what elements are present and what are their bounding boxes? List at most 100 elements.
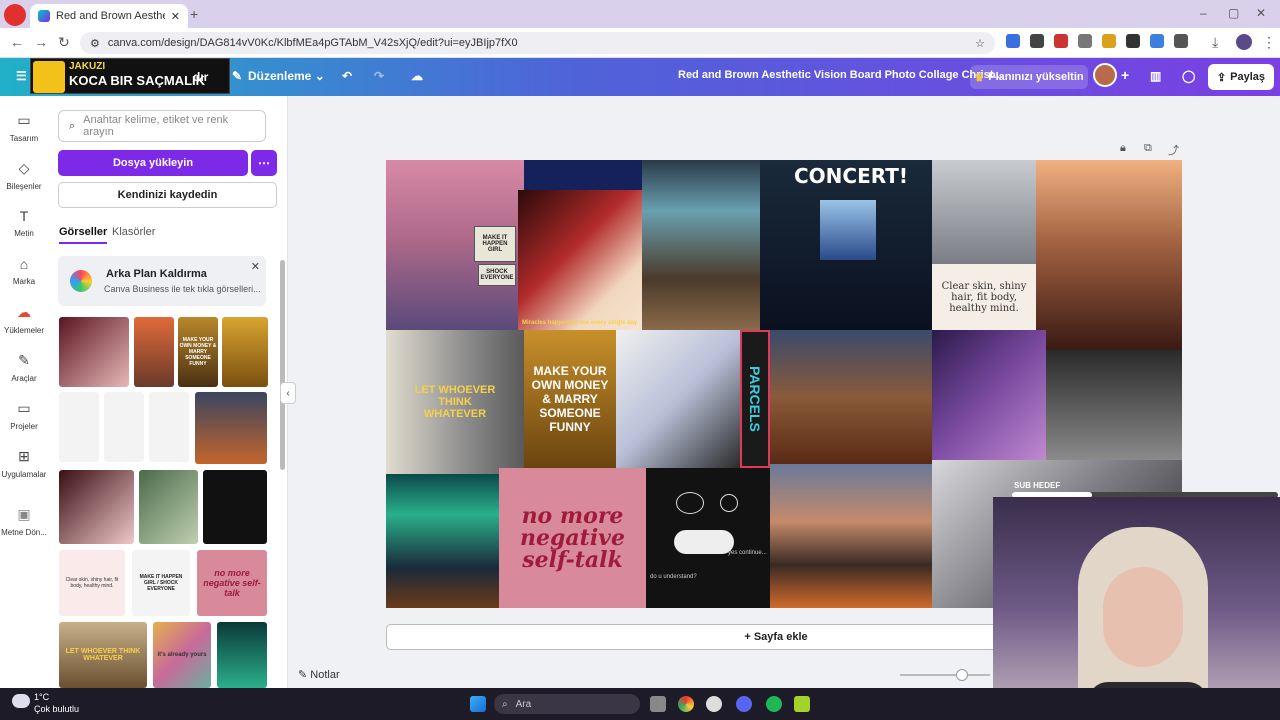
browser-tab[interactable]: Red and Brown Aesthetic Vi... ✕ — [30, 4, 188, 28]
tab-images[interactable]: Görseller — [59, 226, 108, 244]
photo-ferris-wheel[interactable] — [770, 330, 932, 464]
photo-cherry-blossom[interactable]: MAKE IT HAPPEN GIRL SHOCK EVERYONE — [386, 160, 524, 330]
new-tab-icon[interactable]: + — [190, 6, 198, 22]
file-explorer-icon[interactable] — [650, 696, 666, 712]
download-icon[interactable]: ⤓ — [1212, 34, 1218, 51]
extension-frame-icon[interactable] — [1126, 34, 1140, 48]
back-icon[interactable]: ← — [10, 34, 24, 50]
photo-do-u-understand[interactable]: yes continue... do u understand? — [646, 468, 770, 608]
promo-close-icon[interactable]: ✕ — [251, 260, 260, 273]
image-thumbnail[interactable]: Clear skin, shiny hair, fit body, health… — [59, 550, 125, 616]
search-input[interactable]: ⌕ Anahtar kelime, etiket ve renk arayın — [58, 110, 266, 142]
cloud-sync-icon[interactable]: ☁ — [411, 69, 423, 83]
windows-start-icon[interactable] — [470, 696, 486, 712]
extensions-puzzle-icon[interactable] — [1174, 34, 1188, 48]
reload-icon[interactable]: ↻ — [58, 34, 70, 51]
document-title[interactable]: Red and Brown Aesthetic Vision Board Pho… — [678, 69, 1003, 81]
browser-menu-icon[interactable]: ⋮ — [1262, 34, 1276, 51]
window-close-icon[interactable]: ✕ — [1256, 6, 1266, 20]
address-bar[interactable]: ⚙ canva.com/design/DAG814vV0Kc/KlbfMEa4p… — [80, 32, 995, 54]
image-thumbnail[interactable] — [222, 317, 268, 387]
taskbar-search[interactable]: ⌕ Ara — [494, 694, 640, 714]
photo-purple-room[interactable] — [932, 330, 1046, 460]
photo-colosseum-wine[interactable] — [1036, 160, 1182, 350]
image-thumbnail[interactable]: no more negative self-talk — [197, 550, 267, 616]
image-thumbnail[interactable]: MAKE IT HAPPEN GIRL / SHOCK EVERYONE — [132, 550, 190, 616]
comment-icon[interactable]: ◯ — [1182, 69, 1195, 83]
image-thumbnail[interactable] — [203, 470, 267, 544]
image-thumbnail[interactable] — [139, 470, 198, 544]
insights-chart-icon[interactable]: ▥ — [1150, 69, 1161, 83]
photo-concert[interactable]: CONCERT! — [760, 160, 932, 330]
rail-item-uploads[interactable]: ☁ Yüklemeler — [0, 304, 48, 335]
image-thumbnail[interactable]: LET WHOEVER THINK WHATEVER — [59, 622, 147, 688]
weather-icon[interactable] — [12, 694, 30, 708]
no-more-negative-self-talk[interactable]: no more negative self-talk — [499, 468, 646, 608]
edit-mode-dropdown[interactable]: Düzenleme ⌄ — [248, 69, 325, 83]
add-collaborator-icon[interactable]: + — [1121, 67, 1129, 83]
photo-aurora-igloo[interactable] — [386, 474, 499, 608]
zoom-slider-handle[interactable] — [956, 669, 968, 681]
affirmation-card[interactable]: Clear skin, shiny hair, fit body, health… — [932, 264, 1036, 330]
tab-folders[interactable]: Klasörler — [112, 226, 155, 238]
image-thumbnail[interactable]: it's already yours — [153, 622, 211, 688]
spotify-icon[interactable] — [766, 696, 782, 712]
undo-icon[interactable]: ↶ — [342, 69, 352, 83]
menu-icon[interactable]: ☰ — [16, 69, 27, 83]
bookmark-star-icon[interactable]: ☆ — [975, 37, 985, 50]
extension-translate-icon[interactable] — [1006, 34, 1020, 48]
share-button[interactable]: ⇪ Paylaş — [1208, 64, 1274, 90]
site-info-icon[interactable]: ⚙ — [90, 37, 100, 50]
discord-icon[interactable] — [736, 696, 752, 712]
duplicate-page-icon[interactable]: ⧉ — [1144, 142, 1152, 155]
upload-file-button[interactable]: Dosya yükleyin — [58, 150, 248, 176]
photo-cartoon-princess[interactable]: Miracles happen for me every single day — [518, 190, 660, 330]
extension-badge-icon[interactable] — [1030, 34, 1044, 48]
image-thumbnail[interactable] — [59, 317, 129, 387]
chrome-icon[interactable] — [678, 696, 694, 712]
github-icon[interactable] — [706, 696, 722, 712]
photo-boxing-gloves[interactable] — [932, 160, 1036, 264]
image-thumbnail[interactable] — [104, 392, 144, 462]
extension-gray-icon[interactable] — [1078, 34, 1092, 48]
extension-yellow-icon[interactable] — [1102, 34, 1116, 48]
image-thumbnail[interactable] — [149, 392, 189, 462]
rail-item-text[interactable]: T Metin — [0, 208, 48, 238]
image-thumbnail[interactable] — [59, 470, 134, 544]
image-thumbnail[interactable] — [217, 622, 267, 688]
extension-blue-icon[interactable] — [1150, 34, 1164, 48]
image-thumbnail[interactable] — [195, 392, 267, 464]
photo-outdoor-cinema[interactable] — [642, 160, 760, 330]
zoom-slider[interactable] — [900, 669, 990, 681]
photo-let-whoever[interactable]: LET WHOEVER THINK WHATEVER — [386, 330, 524, 474]
extension-mask-icon[interactable] — [1054, 34, 1068, 48]
user-avatar[interactable] — [1093, 63, 1117, 87]
lock-icon[interactable]: 🔒︎ — [1120, 142, 1126, 155]
more-options-button[interactable]: ⋯ — [251, 150, 277, 176]
rail-item-design[interactable]: ▭ Tasarım — [0, 112, 48, 143]
redo-icon[interactable]: ↷ — [374, 69, 384, 83]
tab-close-icon[interactable]: ✕ — [171, 10, 180, 23]
image-thumbnail[interactable] — [134, 317, 174, 387]
notes-button[interactable]: ✎ Notlar — [298, 668, 340, 681]
photo-fitness[interactable] — [1046, 350, 1182, 460]
photo-beach-bonfire[interactable] — [770, 464, 932, 608]
add-page-icon[interactable]: ⤴ — [1168, 142, 1179, 158]
photo-gold-money[interactable]: MAKE YOUR OWN MONEY & MARRY SOMEONE FUNN… — [524, 330, 616, 468]
minimize-icon[interactable]: – — [1200, 6, 1207, 20]
forward-icon[interactable]: → — [34, 34, 48, 50]
collapse-panel-button[interactable]: ‹ — [280, 382, 296, 404]
rail-item-projects[interactable]: ▭ Projeler — [0, 400, 48, 431]
rail-item-tools[interactable]: ✎ Araçlar — [0, 352, 48, 383]
rail-item-elements[interactable]: ◇ Bileşenler — [0, 160, 48, 191]
rail-item-text-convert[interactable]: ▣ Metne Dön... — [0, 506, 48, 537]
maximize-icon[interactable]: ▢ — [1228, 6, 1239, 20]
rail-item-brand[interactable]: ⌂ Marka — [0, 256, 48, 286]
panel-scrollbar[interactable] — [280, 260, 285, 470]
record-yourself-button[interactable]: Kendinizi kaydedin — [58, 182, 277, 208]
live-app-icon[interactable] — [794, 696, 810, 712]
upgrade-button[interactable]: ♛ Planınızı yükseltin — [970, 65, 1088, 89]
promo-card[interactable]: Arka Plan Kaldırma Canva Business ile te… — [58, 256, 266, 306]
photo-flower-bouquet[interactable] — [616, 330, 740, 468]
rail-item-apps[interactable]: ⊞ Uygulamalar — [0, 448, 48, 479]
